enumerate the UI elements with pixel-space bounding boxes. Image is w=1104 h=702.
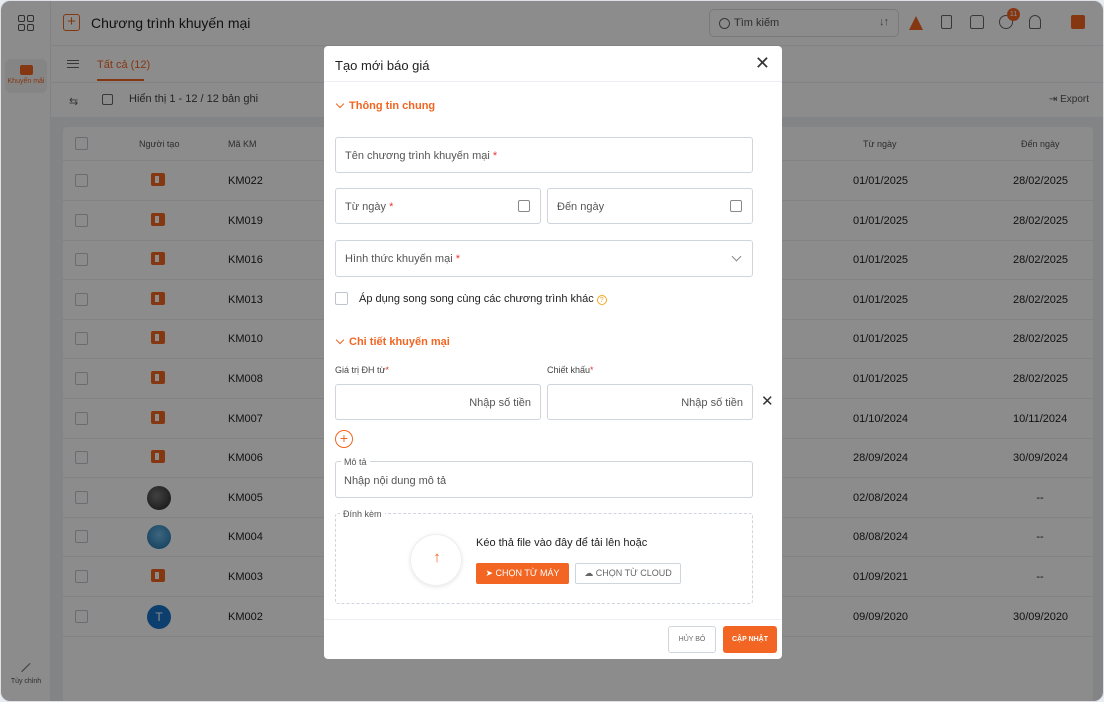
parallel-apply-checkbox[interactable] xyxy=(335,292,348,305)
save-button[interactable]: CẬP NHẬT xyxy=(723,626,777,653)
close-icon[interactable]: ✕ xyxy=(755,53,770,73)
chevron-down-icon xyxy=(335,335,345,345)
chevron-down-icon xyxy=(335,99,345,109)
field-placeholder: Đến ngày xyxy=(557,201,605,213)
description-label: Mô tả xyxy=(341,457,370,467)
button-label: CHỌN TỪ MÁY xyxy=(495,568,560,578)
program-name-field[interactable]: Tên chương trình khuyến mại * xyxy=(335,137,753,173)
dropzone-text: Kéo thả file vào đây để tải lên hoặc xyxy=(476,537,648,549)
create-quote-modal: Tạo mới báo giá ✕ Thông tin chung Tên ch… xyxy=(324,46,782,659)
modal-footer: HỦY BỎ CẬP NHẬT xyxy=(324,619,782,659)
discount-label: Chiết khấu* xyxy=(547,365,594,375)
field-placeholder: Nhập nội dung mô tả xyxy=(344,475,447,487)
app-window: Khuyến mãi Tùy chỉnh + Chương trình khuy… xyxy=(0,0,1104,702)
choose-from-device-button[interactable]: ➤ CHỌN TỪ MÁY xyxy=(476,563,569,584)
description-field[interactable]: Nhập nội dung mô tả xyxy=(335,461,753,498)
calendar-icon[interactable] xyxy=(518,200,530,212)
modal-header: Tạo mới báo giá ✕ xyxy=(324,46,782,82)
upload-icon xyxy=(410,534,463,586)
parallel-apply-label: Áp dụng song song cùng các chương trình … xyxy=(359,293,607,305)
help-icon[interactable]: ? xyxy=(596,295,607,305)
section-detail-toggle[interactable]: Chi tiết khuyến mại xyxy=(335,335,450,348)
discount-input[interactable]: Nhập số tiền xyxy=(547,384,753,420)
field-placeholder: Tên chương trình khuyến mại * xyxy=(345,150,498,162)
button-label: CHỌN TỪ CLOUD xyxy=(595,568,672,578)
order-value-label: Giá trị ĐH từ* xyxy=(335,365,390,375)
section-title: Chi tiết khuyến mại xyxy=(349,336,450,348)
field-placeholder: Từ ngày * xyxy=(345,201,394,213)
section-general-toggle[interactable]: Thông tin chung xyxy=(335,99,436,112)
cancel-button[interactable]: HỦY BỎ xyxy=(668,626,716,653)
modal-title: Tạo mới báo giá xyxy=(335,58,430,73)
remove-row-icon[interactable]: ✕ xyxy=(761,392,774,410)
attachment-label: Đính kèm xyxy=(340,509,385,519)
field-placeholder: Nhập số tiền xyxy=(681,397,743,409)
attachment-dropzone[interactable]: Kéo thả file vào đây để tải lên hoặc ➤ C… xyxy=(335,513,753,604)
add-row-button[interactable]: + xyxy=(335,430,353,448)
chevron-down-icon xyxy=(731,251,742,262)
section-title: Thông tin chung xyxy=(349,100,436,112)
field-placeholder: Nhập số tiền xyxy=(469,397,531,409)
choose-from-cloud-button[interactable]: ☁ CHỌN TỪ CLOUD xyxy=(575,563,681,584)
to-date-field[interactable]: Đến ngày xyxy=(547,188,753,224)
from-date-field[interactable]: Từ ngày * xyxy=(335,188,541,224)
promotion-type-select[interactable]: Hình thức khuyến mại * xyxy=(335,240,753,277)
calendar-icon[interactable] xyxy=(730,200,742,212)
field-placeholder: Hình thức khuyến mại * xyxy=(345,253,460,265)
order-value-input[interactable]: Nhập số tiền xyxy=(335,384,541,420)
